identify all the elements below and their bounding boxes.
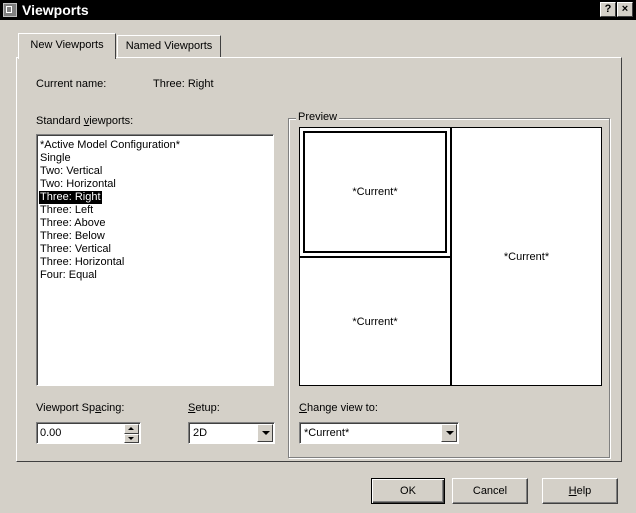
spin-up-button[interactable]	[124, 424, 139, 434]
viewport-spacing-input[interactable]: 0.00	[36, 422, 141, 444]
viewport-label: *Current*	[352, 315, 398, 328]
list-item[interactable]: Two: Horizontal	[39, 178, 117, 191]
setup-label: Setup:	[188, 402, 220, 414]
list-item[interactable]: Three: Left	[39, 204, 94, 217]
help-button[interactable]: Help	[542, 478, 618, 504]
setup-value: 2D	[193, 427, 208, 439]
ok-button[interactable]: OK	[371, 478, 445, 504]
list-item[interactable]: Three: Vertical	[39, 243, 112, 256]
arrow-down-icon	[128, 437, 134, 440]
standard-viewports-label: Standard viewports:	[36, 115, 134, 127]
change-view-label: Change view to:	[299, 402, 378, 414]
chevron-down-icon[interactable]	[441, 424, 457, 442]
app-icon	[3, 3, 17, 17]
cancel-button[interactable]: Cancel	[452, 478, 528, 504]
preview-area: *Current* *Current* *Current*	[299, 127, 602, 386]
setup-select[interactable]: 2D	[188, 422, 275, 444]
current-name-value: Three: Right	[153, 78, 214, 90]
viewport-cell-right: *Current*	[452, 128, 601, 385]
list-item[interactable]: Three: Below	[39, 230, 106, 243]
viewport-spacing-value: 0.00	[40, 427, 62, 439]
spin-down-button[interactable]	[124, 434, 139, 443]
list-item[interactable]: Three: Horizontal	[39, 256, 125, 269]
change-view-value: *Current*	[304, 427, 350, 439]
viewport-cell-bottom-left: *Current*	[300, 258, 450, 385]
list-item-selected[interactable]: Three: Right	[39, 191, 102, 204]
standard-viewports-list[interactable]: *Active Model Configuration* Single Two:…	[36, 134, 274, 386]
arrow-up-icon	[128, 427, 134, 430]
viewport-spacing-label: Viewport Spacing:	[36, 402, 125, 414]
list-item[interactable]: Four: Equal	[39, 269, 98, 282]
list-item[interactable]: *Active Model Configuration*	[39, 139, 181, 152]
chevron-down-icon[interactable]	[257, 424, 273, 442]
viewport-label: *Current*	[503, 250, 550, 263]
close-icon[interactable]: ×	[617, 2, 633, 17]
tab-label: Named Viewports	[125, 40, 213, 52]
help-icon[interactable]: ?	[600, 2, 616, 17]
viewport-cell-top-left: *Current*	[300, 128, 450, 256]
tab-named-viewports[interactable]: Named Viewports	[117, 35, 221, 57]
title-bar[interactable]: Viewports ? ×	[0, 0, 636, 20]
change-view-select[interactable]: *Current*	[299, 422, 459, 444]
list-item[interactable]: Three: Above	[39, 217, 106, 230]
list-item[interactable]: Two: Vertical	[39, 165, 103, 178]
window-title: Viewports	[22, 2, 89, 18]
tab-label: New Viewports	[30, 39, 104, 51]
current-viewport-frame	[303, 131, 447, 253]
preview-label: Preview	[296, 111, 340, 123]
tab-new-viewports[interactable]: New Viewports	[18, 33, 116, 59]
list-item[interactable]: Single	[39, 152, 72, 165]
current-name-label: Current name:	[36, 78, 107, 90]
